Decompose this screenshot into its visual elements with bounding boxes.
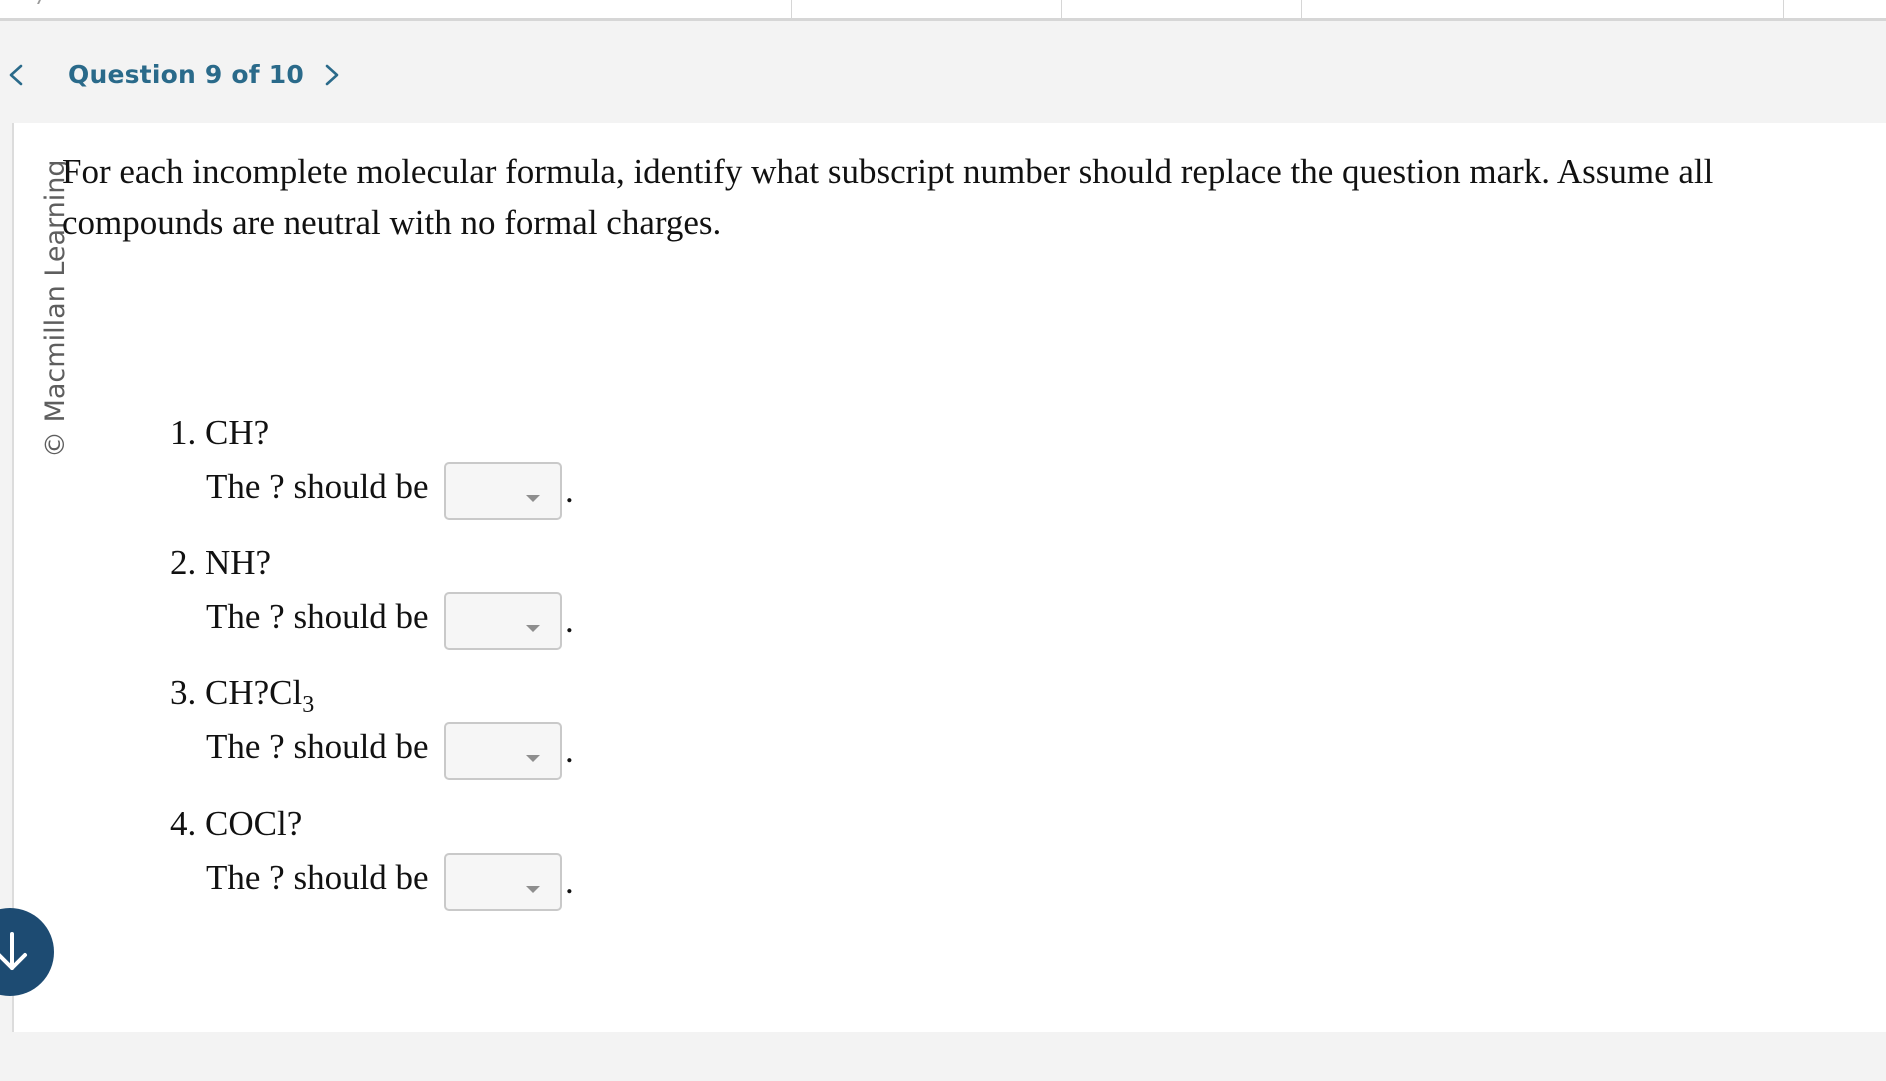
caret-down-icon xyxy=(526,886,540,893)
toolbar-divider xyxy=(1301,0,1302,18)
item-number: 3. xyxy=(170,673,197,712)
chevron-right-icon xyxy=(325,64,339,86)
question-prompt: For each incomplete molecular formula, i… xyxy=(62,152,1714,242)
sentence-period: . xyxy=(565,862,574,901)
caret-down-icon xyxy=(526,495,540,502)
item-number: 2. xyxy=(170,543,197,582)
sentence-period: . xyxy=(565,731,574,770)
item-3-subscript-dropdown[interactable] xyxy=(444,722,562,780)
item-number: 4. xyxy=(170,804,197,843)
toolbar-divider xyxy=(1783,0,1784,18)
caret-down-icon xyxy=(526,755,540,762)
item-2-answer-label: The ? should be xyxy=(206,597,429,636)
toolbar-divider xyxy=(791,0,792,18)
question-counter: Question 9 of 10 xyxy=(68,60,304,89)
sentence-period: . xyxy=(565,471,574,510)
chevron-left-icon xyxy=(9,64,23,86)
previous-question-button[interactable] xyxy=(2,55,32,95)
toolbar-tick-mark xyxy=(37,0,41,4)
question-navigation: Question 9 of 10 xyxy=(0,21,1886,123)
formula-text: CH? xyxy=(205,413,270,452)
item-3-formula: 3. CH?Cl3 xyxy=(170,673,314,717)
item-4-formula: 4. COCl? xyxy=(170,804,302,844)
item-1-subscript-dropdown[interactable] xyxy=(444,462,562,520)
formula-subscript: 3 xyxy=(302,692,315,718)
formula-text: COCl? xyxy=(205,804,303,843)
item-1-formula: 1. CH? xyxy=(170,413,269,453)
caret-down-icon xyxy=(526,625,540,632)
formula-main: CH?Cl xyxy=(205,673,303,712)
item-2-formula: 2. NH? xyxy=(170,543,271,583)
formula-text: CH?Cl3 xyxy=(205,673,314,717)
arrow-down-icon xyxy=(0,932,27,970)
top-toolbar-strip xyxy=(0,0,1886,21)
item-3-answer-label: The ? should be xyxy=(206,727,429,766)
item-1-answer-label: The ? should be xyxy=(206,467,429,506)
sentence-period: . xyxy=(565,601,574,640)
toolbar-divider xyxy=(1061,0,1062,18)
item-4-subscript-dropdown[interactable] xyxy=(444,853,562,911)
item-4-answer-label: The ? should be xyxy=(206,858,429,897)
next-question-button[interactable] xyxy=(316,55,346,95)
formula-text: NH? xyxy=(205,543,272,582)
item-2-subscript-dropdown[interactable] xyxy=(444,592,562,650)
item-number: 1. xyxy=(170,413,197,452)
